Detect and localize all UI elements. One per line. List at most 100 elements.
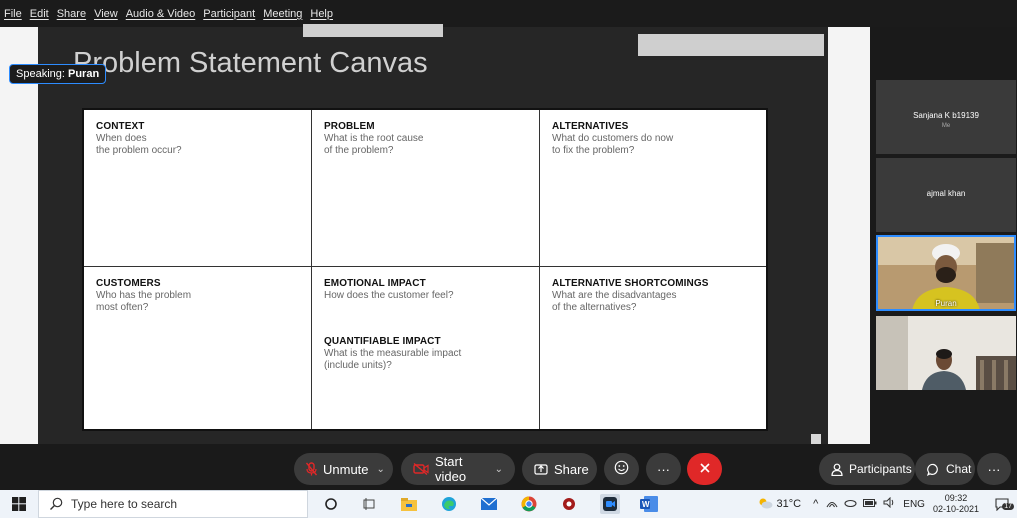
cell-alternatives: ALTERNATIVES What do customers do now to… (540, 110, 766, 267)
participant-name: Puran (935, 299, 957, 308)
participants-label: Participants (849, 462, 912, 476)
participant-tile[interactable]: ajmal khan (876, 158, 1016, 232)
smiley-icon (614, 460, 629, 478)
cell-prompt: What do customers do now to fix the prob… (552, 133, 674, 156)
more-label: ··· (657, 461, 670, 477)
chevron-down-icon[interactable]: ⌄ (495, 464, 503, 475)
chrome-icon[interactable] (520, 495, 538, 513)
person-icon (831, 463, 843, 476)
leave-meeting-button[interactable] (687, 453, 722, 485)
zoom-meeting-window: File Edit Share View Audio & Video Parti… (0, 0, 1017, 518)
mail-icon[interactable] (480, 495, 498, 513)
taskbar-clock[interactable]: 09:32 02-10-2021 (933, 493, 979, 515)
zoom-app-icon[interactable] (600, 494, 620, 514)
notification-center-icon[interactable]: 17 (987, 497, 1017, 511)
chat-label: Chat (946, 462, 972, 476)
cell-prompt: What is the measurable impact (include u… (324, 348, 462, 371)
slide-title: Problem Statement Canvas (73, 47, 428, 79)
share-screen-icon (534, 463, 548, 475)
cell-prompt: When does the problem occur? (96, 133, 182, 156)
unmute-label: Unmute (323, 461, 369, 477)
cell-title: ALTERNATIVE SHORTCOMINGS (552, 278, 709, 289)
shared-screen: Problem Statement Canvas CONTEXT When do… (0, 24, 870, 444)
video-off-icon (413, 463, 429, 475)
menu-audio-video[interactable]: Audio & Video (126, 8, 196, 20)
participant-tile[interactable] (876, 316, 1016, 390)
chat-bubble-icon (927, 463, 940, 476)
menu-view[interactable]: View (94, 8, 118, 20)
quantifiable-impact-block: QUANTIFIABLE IMPACT What is the measurab… (324, 336, 527, 372)
cell-title: EMOTIONAL IMPACT (324, 278, 426, 289)
cell-prompt: How does the customer feel? (324, 290, 454, 301)
participant-name: Sanjana K b19139 (913, 111, 979, 120)
participant-name: ajmal khan (926, 189, 966, 198)
slide: Problem Statement Canvas CONTEXT When do… (38, 24, 828, 444)
battery-icon[interactable] (863, 498, 877, 510)
taskbar-search[interactable]: Type here to search (38, 490, 308, 518)
cortana-icon[interactable] (322, 495, 340, 513)
search-placeholder: Type here to search (71, 497, 178, 511)
share-label: Share (554, 461, 589, 477)
menu-meeting[interactable]: Meeting (263, 8, 302, 20)
weather-temp[interactable]: 31°C (777, 498, 802, 510)
redacted-block (638, 34, 824, 56)
menu-edit[interactable]: Edit (30, 8, 49, 20)
close-icon (699, 462, 711, 477)
task-view-icon[interactable] (360, 495, 378, 513)
system-tray: 31°C ^ ENG 09:32 02-10-2021 17 (757, 490, 1017, 518)
speaker-icon[interactable] (883, 496, 895, 511)
meeting-controls: Unmute ⌄ Start video ⌄ Share ··· Partici… (0, 444, 1017, 490)
participant-tile-active-speaker[interactable]: Puran (876, 235, 1016, 311)
menu-participant[interactable]: Participant (203, 8, 255, 20)
notification-count: 17 (1002, 502, 1014, 510)
problem-canvas-grid: CONTEXT When does the problem occur? PRO… (82, 108, 768, 431)
menu-help[interactable]: Help (310, 8, 333, 20)
speaking-name: Puran (68, 68, 100, 80)
slide-corner-marker (811, 434, 821, 444)
windows-start-button[interactable] (0, 490, 38, 518)
cell-customers: CUSTOMERS Who has the problem most often… (84, 267, 312, 429)
redacted-block (303, 24, 443, 37)
cell-prompt: What is the root cause of the problem? (324, 133, 424, 156)
menu-share[interactable]: Share (57, 8, 86, 20)
menu-bar: File Edit Share View Audio & Video Parti… (0, 0, 1017, 27)
start-video-button[interactable]: Start video ⌄ (401, 453, 515, 485)
chevron-down-icon[interactable]: ⌄ (377, 464, 385, 475)
participant-video-panel: Sanjana K b19139 Me ajmal khan Puran (870, 27, 1017, 444)
file-explorer-icon[interactable] (400, 495, 418, 513)
cell-context: CONTEXT When does the problem occur? (84, 110, 312, 267)
speaking-prefix: Speaking: (16, 68, 65, 80)
unmute-button[interactable]: Unmute ⌄ (294, 453, 393, 485)
start-video-label: Start video (435, 454, 467, 484)
windows-taskbar: Type here to search W 31°C ^ ENG 09:32 0… (0, 490, 1017, 518)
chat-button[interactable]: Chat (915, 453, 975, 485)
search-icon (50, 497, 63, 510)
clock-date: 02-10-2021 (932, 504, 979, 514)
share-button[interactable]: Share (522, 453, 597, 485)
svg-text:W: W (642, 500, 650, 509)
network-icon[interactable] (826, 497, 838, 511)
more-options-button[interactable]: ··· (977, 453, 1011, 485)
cloud-icon[interactable] (844, 498, 857, 510)
weather-icon[interactable] (757, 497, 773, 512)
edge-browser-icon[interactable] (440, 495, 458, 513)
participant-tile[interactable]: Sanjana K b19139 Me (876, 80, 1016, 154)
windows-logo-icon (12, 497, 26, 511)
cell-prompt: What are the disadvantages of the altern… (552, 290, 677, 313)
clock-time: 09:32 (944, 493, 968, 503)
cell-problem: PROBLEM What is the root cause of the pr… (312, 110, 540, 267)
cell-title: PROBLEM (324, 121, 375, 132)
cell-alternative-shortcomings: ALTERNATIVE SHORTCOMINGS What are the di… (540, 267, 766, 429)
menu-file[interactable]: File (4, 8, 22, 20)
reactions-button[interactable] (604, 453, 639, 485)
participants-button[interactable]: Participants (819, 453, 915, 485)
app-icon[interactable] (560, 495, 578, 513)
language-indicator[interactable]: ENG (903, 499, 925, 510)
more-label: ··· (987, 461, 1001, 477)
word-icon[interactable]: W (640, 495, 658, 513)
more-options-button[interactable]: ··· (646, 453, 681, 485)
mic-muted-icon (306, 462, 317, 476)
chevron-up-icon[interactable]: ^ (813, 498, 818, 510)
speaking-indicator: Speaking: Puran (9, 64, 107, 84)
cell-title: CONTEXT (96, 121, 145, 132)
